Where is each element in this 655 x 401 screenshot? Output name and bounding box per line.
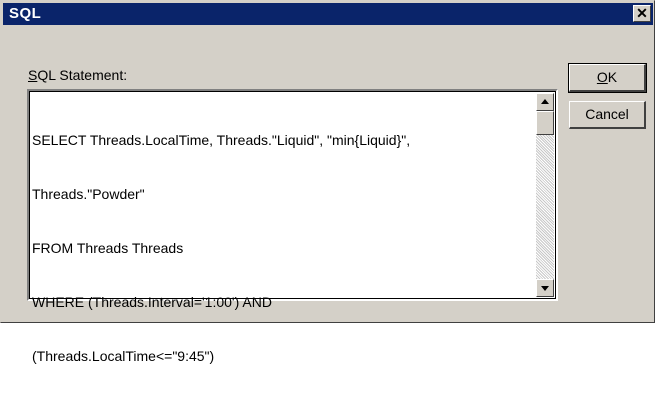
close-button[interactable]: ✕ (633, 5, 651, 22)
label-rest: QL Statement: (37, 67, 128, 83)
ok-mnemonic: O (596, 69, 608, 85)
label-mnemonic: S (28, 67, 38, 83)
sql-line: (Threads.LocalTime<="9:45") (32, 348, 215, 364)
scroll-up-button[interactable] (536, 93, 554, 111)
scroll-down-arrow-icon (541, 286, 549, 291)
scrollbar-thumb[interactable] (536, 111, 554, 135)
sql-dialog: SQL ✕ SQL Statement: SELECT Threads.Loca… (0, 0, 655, 364)
ok-button[interactable]: OK (568, 63, 647, 93)
sql-line: Threads."Powder" (32, 186, 145, 202)
sql-statement-label: SQL Statement: (28, 67, 127, 83)
sql-line: WHERE (Threads.Interval='1:00') AND (32, 294, 272, 310)
vertical-scrollbar[interactable] (536, 93, 554, 297)
scroll-up-arrow-icon (541, 99, 549, 104)
sql-line: SELECT Threads.LocalTime, Threads."Liqui… (32, 132, 411, 148)
ok-rest: K (607, 69, 618, 85)
close-icon: ✕ (636, 5, 648, 21)
sql-statement-textarea[interactable]: SELECT Threads.LocalTime, Threads."Liqui… (27, 89, 558, 364)
cancel-button[interactable]: Cancel (569, 101, 646, 129)
sql-line: FROM Threads Threads (32, 240, 184, 256)
window-title: SQL (9, 5, 42, 22)
title-bar[interactable]: SQL ✕ (3, 3, 653, 25)
scroll-down-button[interactable] (536, 279, 554, 297)
sql-statement-text[interactable]: SELECT Threads.LocalTime, Threads."Liqui… (32, 95, 527, 401)
